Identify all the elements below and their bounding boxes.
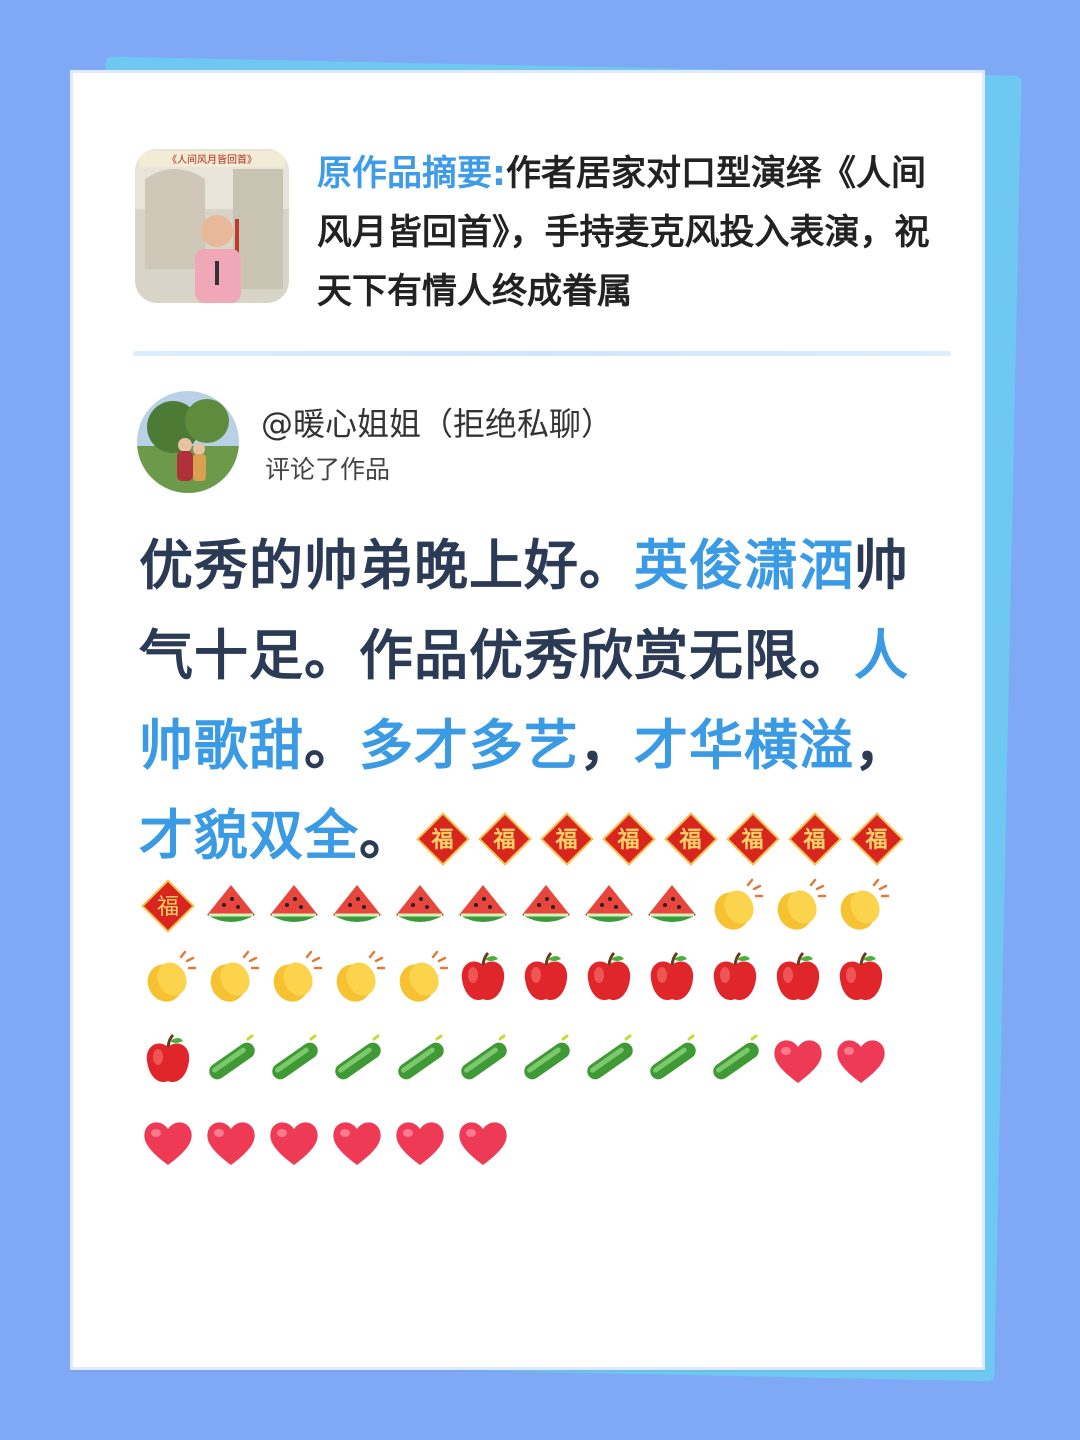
comment-text: 优秀的帅弟晚上好。英俊潇洒帅气十足。作品优秀欣赏无限。人帅歌甜。多才多艺，才华横… bbox=[139, 521, 959, 881]
comment-card: 《人间风月皆回首》 原作品摘要:作者居家对口型演绎《人间风月皆回首》，手持麦克风… bbox=[70, 70, 985, 1370]
heart-icon bbox=[454, 1113, 512, 1171]
emoji-row: 福 bbox=[139, 877, 959, 941]
avatar[interactable] bbox=[137, 391, 239, 493]
original-work-summary[interactable]: 《人间风月皆回首》 原作品摘要:作者居家对口型演绎《人间风月皆回首》，手持麦克风… bbox=[135, 145, 955, 315]
watermelon-icon bbox=[580, 877, 638, 935]
clapping-hands-icon bbox=[769, 877, 827, 935]
svg-text:福: 福 bbox=[864, 828, 888, 853]
emoji-row bbox=[139, 1031, 959, 1095]
heart-icon bbox=[832, 1031, 890, 1089]
cucumber-icon bbox=[706, 1031, 764, 1089]
summary-text: 原作品摘要:作者居家对口型演绎《人间风月皆回首》，手持麦克风投入表演，祝天下有情… bbox=[317, 145, 957, 322]
heart-icon bbox=[202, 1113, 260, 1171]
svg-text:福: 福 bbox=[430, 828, 454, 853]
comment-action: 评论了作品 bbox=[265, 455, 391, 484]
watermelon-icon bbox=[517, 877, 575, 935]
fu-icon: 福 bbox=[139, 877, 197, 935]
watermelon-icon bbox=[328, 877, 386, 935]
cucumber-icon bbox=[643, 1031, 701, 1089]
thumb-caption: 《人间风月皆回首》 bbox=[167, 153, 257, 166]
svg-text:福: 福 bbox=[740, 828, 764, 853]
comment-phrase: 。 bbox=[359, 804, 414, 867]
heart-icon bbox=[769, 1031, 827, 1089]
watermelon-icon bbox=[265, 877, 323, 935]
fu-icon: 福 bbox=[600, 810, 658, 868]
apple-icon bbox=[580, 949, 638, 1007]
cucumber-icon bbox=[580, 1031, 638, 1089]
clapping-hands-icon bbox=[202, 949, 260, 1007]
watermelon-icon bbox=[391, 877, 449, 935]
section-divider bbox=[133, 351, 951, 356]
apple-icon bbox=[454, 949, 512, 1007]
cucumber-icon bbox=[454, 1031, 512, 1089]
comment-phrase: 优秀的帅弟晚上好。 bbox=[139, 534, 634, 597]
apple-icon bbox=[643, 949, 701, 1007]
fu-icon: 福 bbox=[848, 810, 906, 868]
comment-author[interactable]: @暖心姐姐（拒绝私聊） bbox=[261, 399, 613, 445]
heart-icon bbox=[265, 1113, 323, 1171]
fu-icon: 福 bbox=[724, 810, 782, 868]
cucumber-icon bbox=[391, 1031, 449, 1089]
clapping-hands-icon bbox=[391, 949, 449, 1007]
svg-text:福: 福 bbox=[554, 828, 578, 853]
comment-phrase: ， bbox=[579, 714, 634, 777]
fu-icon: 福 bbox=[786, 810, 844, 868]
cucumber-icon bbox=[517, 1031, 575, 1089]
fu-icon: 福 bbox=[476, 810, 534, 868]
svg-text:福: 福 bbox=[678, 828, 702, 853]
clapping-hands-icon bbox=[832, 877, 890, 935]
cucumber-icon bbox=[328, 1031, 386, 1089]
fu-icon: 福 bbox=[662, 810, 720, 868]
highlighted-phrase: 才貌双全 bbox=[139, 804, 359, 867]
apple-icon bbox=[139, 1031, 197, 1089]
apple-icon bbox=[832, 949, 890, 1007]
cucumber-icon bbox=[202, 1031, 260, 1089]
svg-text:福: 福 bbox=[492, 828, 516, 853]
heart-icon bbox=[139, 1113, 197, 1171]
heart-icon bbox=[391, 1113, 449, 1171]
comment-phrase: ， bbox=[854, 714, 909, 777]
apple-icon bbox=[517, 949, 575, 1007]
svg-text:福: 福 bbox=[802, 828, 826, 853]
clapping-hands-icon bbox=[706, 877, 764, 935]
highlighted-phrase: 多才多艺 bbox=[359, 714, 579, 777]
highlighted-phrase: 英俊潇洒 bbox=[634, 534, 854, 597]
highlighted-phrase: 才华横溢 bbox=[634, 714, 854, 777]
cucumber-icon bbox=[265, 1031, 323, 1089]
watermelon-icon bbox=[454, 877, 512, 935]
watermelon-icon bbox=[643, 877, 701, 935]
video-thumbnail[interactable]: 《人间风月皆回首》 bbox=[135, 149, 289, 303]
apple-icon bbox=[706, 949, 764, 1007]
clapping-hands-icon bbox=[139, 949, 197, 1007]
clapping-hands-icon bbox=[328, 949, 386, 1007]
emoji-row bbox=[139, 949, 959, 1013]
svg-text:福: 福 bbox=[157, 895, 179, 920]
watermelon-icon bbox=[202, 877, 260, 935]
emoji-row bbox=[139, 1113, 959, 1177]
fu-icon: 福 bbox=[538, 810, 596, 868]
fu-icon: 福 bbox=[414, 810, 472, 868]
svg-text:福: 福 bbox=[616, 828, 640, 853]
apple-icon bbox=[769, 949, 827, 1007]
clapping-hands-icon bbox=[265, 949, 323, 1007]
heart-icon bbox=[328, 1113, 386, 1171]
comment-phrase: 。 bbox=[304, 714, 359, 777]
summary-label: 原作品摘要: bbox=[317, 154, 506, 194]
